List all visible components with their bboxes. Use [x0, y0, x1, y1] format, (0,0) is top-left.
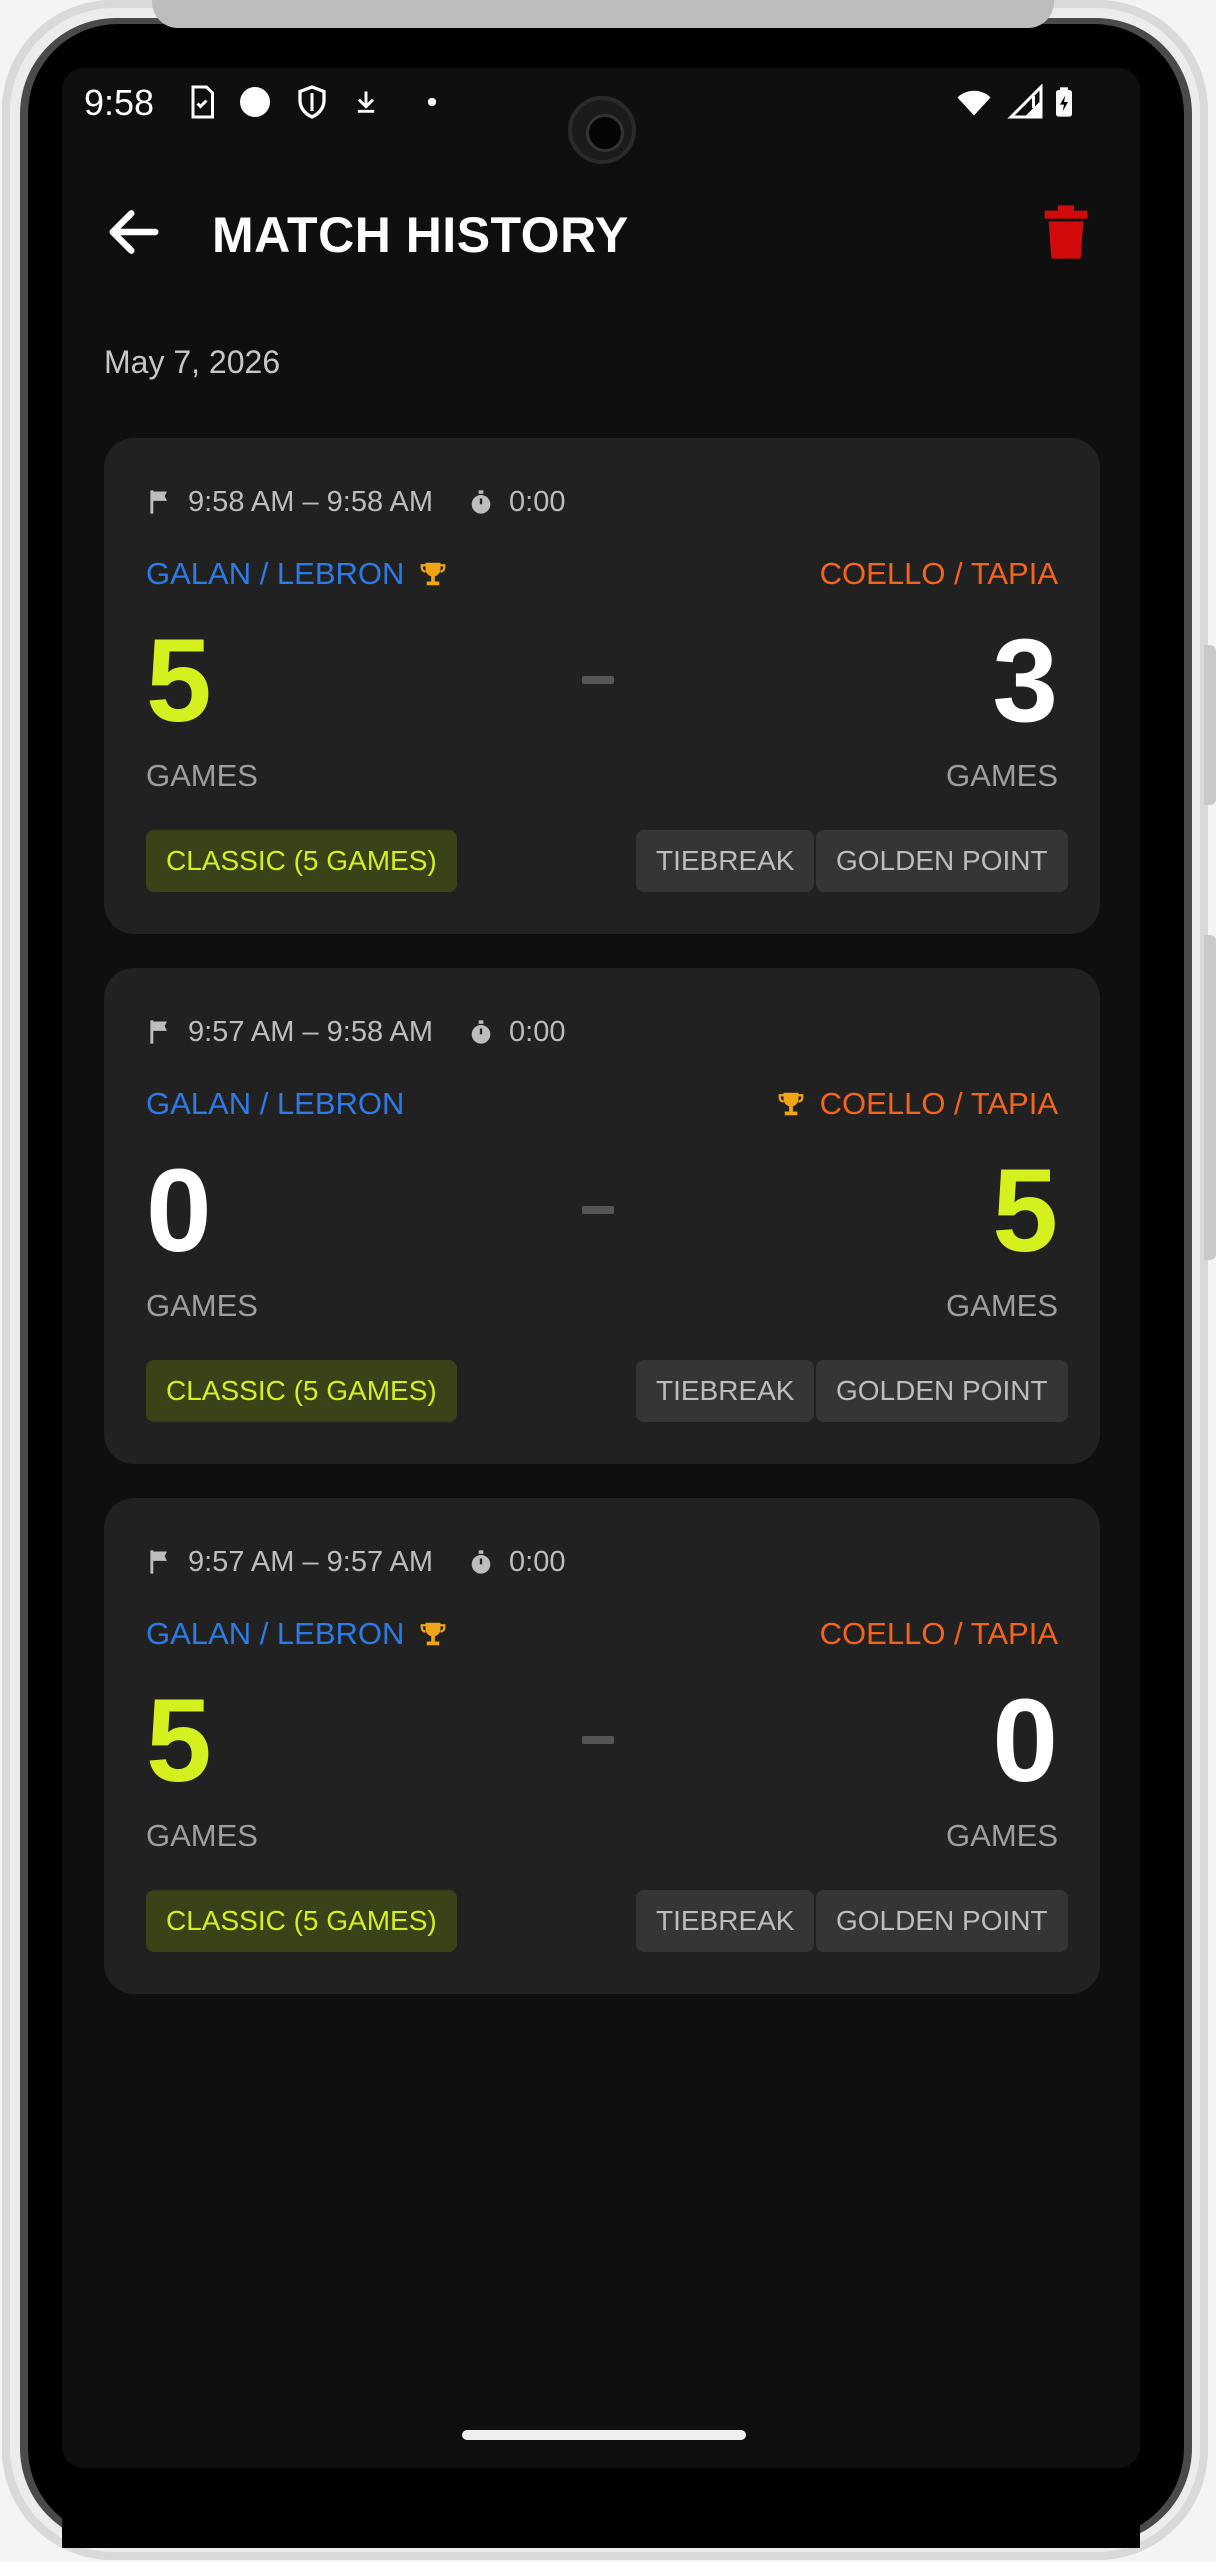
- match-duration: 0:00: [509, 1545, 566, 1578]
- match-time-range: 9:58 AM – 9:58 AM: [188, 485, 434, 518]
- wifi-icon: [957, 90, 991, 116]
- score-team-b: 3: [992, 615, 1058, 747]
- trophy-icon: [421, 1622, 446, 1646]
- golden-point-chip: GOLDEN POINT: [816, 1360, 1068, 1422]
- flag-icon: [150, 1020, 167, 1044]
- download-icon: [357, 91, 375, 113]
- team-b: COELLO / TAPIA: [776, 1086, 1058, 1122]
- team-a: GALAN / LEBRON: [146, 1086, 404, 1122]
- score-team-a: 5: [146, 1675, 212, 1807]
- games-label-a: GAMES: [146, 758, 258, 793]
- team-a: GALAN / LEBRON: [146, 1616, 448, 1652]
- score-separator: [582, 1736, 614, 1744]
- match-time-range: 9:57 AM – 9:58 AM: [188, 1015, 434, 1048]
- status-time: 9:58: [84, 82, 155, 123]
- stopwatch-icon: [471, 1020, 491, 1044]
- golden-point-chip: GOLDEN POINT: [816, 1890, 1068, 1952]
- match-duration: 0:00: [509, 1015, 566, 1048]
- team-a-name: GALAN / LEBRON: [146, 1616, 405, 1651]
- match-card[interactable]: 9:57 AM – 9:57 AM 0:00 GALAN / LEBRON CO…: [104, 1498, 1100, 1994]
- mode-chip: CLASSIC (5 GAMES): [146, 830, 457, 892]
- games-label-b: GAMES: [946, 1288, 1058, 1323]
- screen-bottom-bezel: [62, 2468, 1140, 2548]
- score-team-a: 5: [146, 615, 212, 747]
- circle-icon: [240, 87, 270, 117]
- match-meta: 9:58 AM – 9:58 AM 0:00: [146, 482, 566, 522]
- trash-icon[interactable]: [1034, 198, 1098, 266]
- flag-icon: [150, 490, 167, 514]
- power-button[interactable]: [1204, 935, 1216, 1260]
- mode-chip: CLASSIC (5 GAMES): [146, 1360, 457, 1422]
- team-b-name: COELLO / TAPIA: [819, 1616, 1058, 1651]
- date-header: May 7, 2026: [104, 344, 281, 380]
- score-team-b: 5: [992, 1145, 1058, 1277]
- volume-button[interactable]: [1204, 645, 1216, 805]
- games-label-b: GAMES: [946, 758, 1058, 793]
- home-indicator[interactable]: [462, 2430, 746, 2440]
- device-frame: 9:58 MATCH HISTORY May 7, 2026 9:58 AM –…: [0, 0, 1216, 2562]
- match-card[interactable]: 9:58 AM – 9:58 AM 0:00 GALAN / LEBRON CO…: [104, 438, 1100, 934]
- golden-point-chip: GOLDEN POINT: [816, 830, 1068, 892]
- flag-icon: [150, 1550, 167, 1574]
- games-label-a: GAMES: [146, 1818, 258, 1853]
- match-meta: 9:57 AM – 9:57 AM 0:00: [146, 1542, 566, 1582]
- games-label-b: GAMES: [946, 1818, 1058, 1853]
- battery-icon: [1056, 87, 1072, 117]
- app-bar: MATCH HISTORY: [62, 178, 1140, 278]
- tiebreak-chip: TIEBREAK: [636, 1890, 815, 1952]
- games-label-a: GAMES: [146, 1288, 258, 1323]
- team-b-name: COELLO / TAPIA: [819, 556, 1058, 591]
- mode-chip: CLASSIC (5 GAMES): [146, 1890, 457, 1952]
- match-time-range: 9:57 AM – 9:57 AM: [188, 1545, 434, 1578]
- trophy-icon: [421, 562, 446, 586]
- match-meta: 9:57 AM – 9:58 AM 0:00: [146, 1012, 566, 1052]
- score-separator: [582, 1206, 614, 1214]
- device-top-edge: [152, 0, 1054, 28]
- team-b-name: COELLO / TAPIA: [819, 1086, 1058, 1121]
- shield-icon: [298, 85, 326, 119]
- team-a: GALAN / LEBRON: [146, 556, 448, 592]
- team-a-name: GALAN / LEBRON: [146, 1086, 405, 1121]
- tiebreak-chip: TIEBREAK: [636, 830, 815, 892]
- team-b: COELLO / TAPIA: [820, 556, 1058, 592]
- team-a-name: GALAN / LEBRON: [146, 556, 405, 591]
- stopwatch-icon: [471, 490, 491, 514]
- match-card[interactable]: 9:57 AM – 9:58 AM 0:00 GALAN / LEBRON CO…: [104, 968, 1100, 1464]
- sim-icon: [191, 85, 214, 119]
- score-team-a: 0: [146, 1145, 212, 1277]
- score-team-b: 0: [992, 1675, 1058, 1807]
- trophy-icon: [778, 1092, 804, 1116]
- score-separator: [582, 676, 614, 684]
- front-camera: [568, 96, 636, 164]
- dot-icon: [427, 97, 437, 107]
- tiebreak-chip: TIEBREAK: [636, 1360, 815, 1422]
- screen: 9:58 MATCH HISTORY May 7, 2026 9:58 AM –…: [62, 68, 1140, 2468]
- stopwatch-icon: [471, 1550, 491, 1574]
- team-b: COELLO / TAPIA: [820, 1616, 1058, 1652]
- match-duration: 0:00: [509, 485, 566, 518]
- page-title: MATCH HISTORY: [212, 207, 629, 263]
- arrow-left-icon[interactable]: [102, 200, 166, 264]
- signal-icon: [1007, 84, 1043, 119]
